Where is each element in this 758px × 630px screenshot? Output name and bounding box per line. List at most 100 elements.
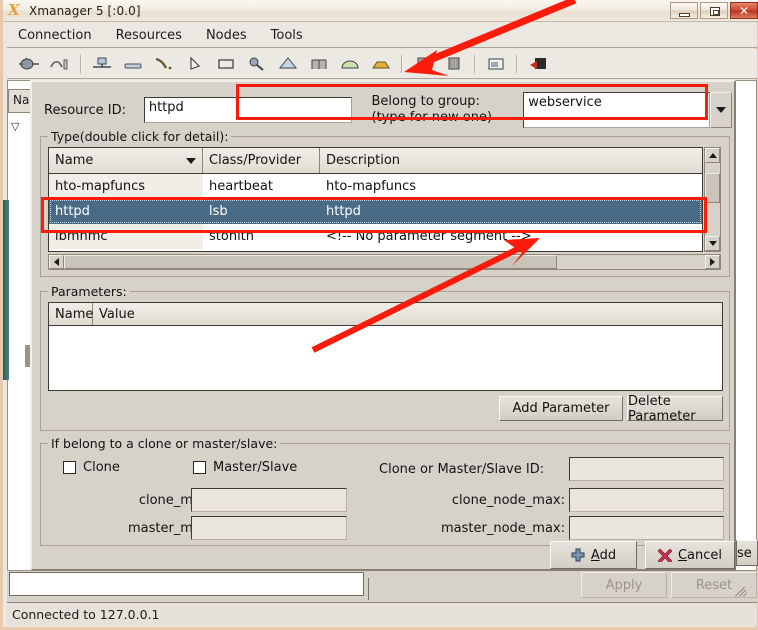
delete-parameter-button[interactable]: Delete Parameter	[627, 394, 723, 424]
type-group: Type(double click for detail): Name Clas…	[40, 129, 730, 277]
scroll-right-button[interactable]	[705, 255, 720, 269]
add-button-label: Add	[590, 547, 617, 563]
type-table-vscrollbar[interactable]	[704, 147, 721, 252]
arrow-right-icon	[710, 258, 715, 266]
background-close-button[interactable]: se	[736, 540, 758, 566]
master-node-max-input[interactable]	[569, 516, 724, 540]
hscroll-thumb[interactable]	[64, 255, 557, 269]
table-row[interactable]: ibmhmc stonith <!-- No parameter segment…	[49, 224, 702, 249]
close-icon: ✕	[738, 3, 750, 18]
colocation-a-icon[interactable]	[409, 52, 437, 76]
apply-button[interactable]: Apply	[581, 572, 667, 598]
status-text: Connected to 127.0.0.1	[12, 607, 160, 622]
close-button[interactable]: ✕	[730, 2, 758, 19]
add-parameter-button[interactable]: Add Parameter	[499, 396, 623, 421]
tree-expander-icon[interactable]: ▽	[11, 120, 19, 133]
master-slave-checkbox[interactable]	[193, 461, 206, 474]
arrow-down-icon	[708, 241, 717, 246]
cell-class: lsb	[209, 204, 228, 219]
master-slave-checkbox-row[interactable]: Master/Slave	[193, 460, 297, 475]
window-controls: ✕	[670, 2, 758, 19]
clone-max-input[interactable]	[191, 488, 347, 512]
minimize-button[interactable]	[670, 2, 698, 19]
pointer-icon[interactable]	[181, 52, 209, 76]
parameters-table-header: Name Value	[49, 303, 722, 326]
plus-icon	[571, 548, 585, 562]
type-group-title: Type(double click for detail):	[48, 129, 232, 144]
clone-checkbox[interactable]	[63, 461, 76, 474]
add-button[interactable]: Add	[550, 541, 637, 569]
order-constraint-icon[interactable]	[367, 52, 395, 76]
parameters-table: Name Value	[48, 302, 723, 391]
type-table: Name Class/Provider Description hto-mapf…	[48, 147, 703, 252]
group-icon[interactable]	[274, 52, 302, 76]
column-header-name-label: Name	[55, 153, 94, 168]
group-label: Belong to group: (type for new one)	[372, 94, 524, 126]
column-header-name[interactable]: Name	[49, 148, 203, 173]
master-slave-checkbox-label: Master/Slave	[213, 460, 298, 475]
cell-class: heartbeat	[209, 179, 273, 194]
table-row[interactable]: httpd lsb httpd	[49, 199, 702, 224]
add-node-icon[interactable]	[88, 52, 116, 76]
sort-descending-icon	[186, 157, 196, 164]
cancel-button-label: Cancel	[677, 547, 723, 563]
resource-id-input[interactable]: httpd	[143, 97, 352, 123]
toolbar-separator-2	[401, 54, 403, 73]
param-column-header-value[interactable]: Value	[93, 303, 722, 325]
scroll-down-button[interactable]	[705, 236, 720, 251]
table-row[interactable]: hto-mapfuncs heartbeat hto-mapfuncs	[49, 174, 702, 199]
colocation-b-icon[interactable]	[440, 52, 468, 76]
connect-icon[interactable]	[15, 52, 43, 76]
arrow-left-icon	[54, 258, 59, 266]
shutdown-icon[interactable]	[524, 52, 552, 76]
scroll-up-button[interactable]	[705, 148, 720, 163]
cancel-button[interactable]: Cancel	[645, 541, 735, 569]
status-bar: Connected to 127.0.0.1	[7, 602, 757, 626]
x-mark-icon	[657, 548, 672, 562]
clone-id-input[interactable]	[569, 457, 724, 481]
param-column-header-name[interactable]: Name	[49, 303, 93, 325]
cell-class: stonith	[209, 229, 255, 244]
menu-nodes[interactable]: Nodes	[203, 26, 250, 45]
master-slave-icon[interactable]	[336, 52, 364, 76]
scroll-left-button[interactable]	[49, 255, 64, 269]
disconnect-icon[interactable]	[46, 52, 74, 76]
group-input[interactable]: webservice	[523, 92, 711, 128]
chevron-down-icon	[716, 107, 726, 113]
window-title: Xmanager 5 [:0.0]	[29, 3, 141, 18]
group-label-line2: (type for new one)	[371, 110, 493, 125]
menu-resources[interactable]: Resources	[113, 26, 185, 45]
resource-icon[interactable]	[212, 52, 240, 76]
search-icon[interactable]	[243, 52, 271, 76]
bottom-input[interactable]	[9, 572, 364, 596]
maximize-button[interactable]	[700, 2, 728, 19]
clone-group: If belong to a clone or master/slave: Cl…	[40, 436, 730, 546]
resize-grip-icon[interactable]	[735, 584, 748, 597]
cell-name: ibmhmc	[49, 224, 203, 249]
clone-node-max-input[interactable]	[569, 488, 724, 512]
xmanager-x-icon	[8, 1, 24, 19]
vscroll-thumb[interactable]	[705, 173, 720, 203]
clone-checkbox-row[interactable]: Clone	[63, 460, 120, 475]
column-header-class[interactable]: Class/Provider	[203, 148, 320, 173]
clone-icon[interactable]	[305, 52, 333, 76]
resource-id-and-group-row: Resource ID: httpd Belong to group: (typ…	[36, 88, 732, 132]
toolbar-separator	[80, 54, 82, 73]
master-node-max-label: master_node_max:	[441, 521, 565, 536]
link-icon[interactable]	[150, 52, 178, 76]
title-bar: Xmanager 5 [:0.0] ✕	[3, 0, 758, 22]
report-icon[interactable]	[482, 52, 510, 76]
menu-tools[interactable]: Tools	[268, 26, 306, 45]
type-table-hscrollbar[interactable]	[48, 254, 721, 270]
menu-connection[interactable]: Connection	[15, 26, 95, 45]
group-label-line1: Belong to group:	[371, 94, 480, 109]
toolbar-separator-4	[516, 54, 518, 73]
standby-node-icon[interactable]	[119, 52, 147, 76]
type-table-header: Name Class/Provider Description	[49, 148, 702, 174]
bottom-divider	[368, 578, 369, 600]
screen: Xmanager 5 [:0.0] ✕ Connection Resources…	[0, 0, 758, 630]
group-dropdown-button[interactable]	[710, 92, 732, 128]
parameters-table-body[interactable]	[49, 326, 722, 390]
column-header-description[interactable]: Description	[320, 148, 702, 173]
master-max-input[interactable]	[191, 516, 347, 540]
